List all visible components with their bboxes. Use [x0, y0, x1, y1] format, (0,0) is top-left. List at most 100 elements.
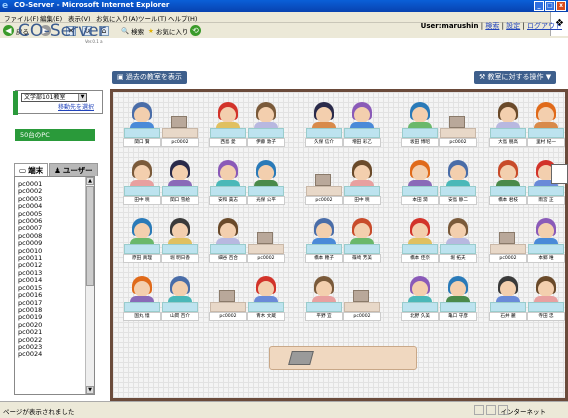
search-button[interactable]: 🔍 検索	[121, 25, 144, 36]
desk	[440, 244, 476, 254]
vacant-seat[interactable]: pc0002	[161, 98, 199, 147]
app-logo: CO-Server	[18, 21, 106, 41]
student-seat[interactable]: 寺田 忠	[527, 272, 565, 321]
history-button[interactable]: ⟲	[190, 25, 201, 36]
student-seat[interactable]: 原田 真理	[123, 214, 161, 263]
student-seat[interactable]: 橋本 君枝	[489, 156, 527, 205]
desk	[124, 302, 160, 312]
desk	[440, 186, 476, 196]
room-action-button[interactable]: ⚒ 教室に対する操作 ▼	[474, 71, 557, 84]
student-seat[interactable]: 安島 静二	[439, 156, 477, 205]
avatar-face	[172, 165, 188, 181]
seat-label: 堀 明日香	[161, 254, 199, 263]
student-seat[interactable]: 本郷 唯	[527, 214, 565, 263]
scroll-down-icon[interactable]: ▼	[86, 386, 94, 394]
student-seat[interactable]: 本田 潤	[401, 156, 439, 205]
student-seat[interactable]: 西島 愛	[209, 98, 247, 147]
student-seat[interactable]: 関口 賢	[123, 98, 161, 147]
minimize-button[interactable]: _	[534, 1, 544, 11]
desk	[528, 186, 564, 196]
student-seat[interactable]: 細谷 百合	[209, 214, 247, 263]
seat-label: 関口 賢	[123, 138, 161, 147]
avatar-face	[316, 281, 332, 297]
desk	[528, 302, 564, 312]
scroll-thumb[interactable]	[86, 186, 94, 286]
student-seat[interactable]: 北野 久美	[401, 272, 439, 321]
past-room-button[interactable]: ▣ 過去の教室を表示	[112, 71, 187, 84]
monitor-icon: ▭	[19, 165, 27, 175]
seat-label: 関口 雪絵	[161, 196, 199, 205]
student-seat[interactable]: 橋本 穂子	[305, 214, 343, 263]
student-seat[interactable]: 山岡 百介	[161, 272, 199, 321]
seat-label: 橋本 穂子	[305, 254, 343, 263]
desk	[344, 244, 380, 254]
desk	[124, 244, 160, 254]
vacant-seat[interactable]: pc0002	[247, 214, 285, 263]
student-seat[interactable]: 堀 明日香	[161, 214, 199, 263]
menu-tools[interactable]: ツール(T)	[138, 13, 167, 23]
desk	[210, 302, 246, 312]
room-select[interactable]: 文学部101教室 ▼	[21, 93, 87, 102]
desk	[248, 128, 284, 138]
vacant-seat[interactable]: pc0002	[305, 156, 343, 205]
student-seat[interactable]: 篠崎 芳美	[343, 214, 381, 263]
student-seat[interactable]: 増田 彩乙	[343, 98, 381, 147]
student-seat[interactable]: 坂田 博昭	[401, 98, 439, 147]
student-seat[interactable]: 国丸 憶	[123, 272, 161, 321]
student-seat[interactable]: 光保 公平	[247, 156, 285, 205]
avatar-face	[450, 223, 466, 239]
student-seat[interactable]: 伊藤 敦子	[247, 98, 285, 147]
seat-label: pc0002	[161, 138, 199, 147]
student-seat[interactable]: 堀 拓夫	[439, 214, 477, 263]
student-seat[interactable]: 田中 暁	[343, 156, 381, 205]
seat-label: 篠崎 芳美	[343, 254, 381, 263]
seat-label: pc0002	[439, 138, 477, 147]
scroll-up-icon[interactable]: ▲	[86, 177, 94, 185]
student-seat[interactable]: 里村 紀一	[527, 98, 565, 147]
vacant-seat[interactable]: pc0002	[489, 214, 527, 263]
tab-terminal[interactable]: ▭ 端末	[14, 163, 49, 176]
avatar-face	[450, 281, 466, 297]
move-destination-link[interactable]: 移動先を選択	[58, 102, 100, 111]
vacant-seat[interactable]: pc0002	[439, 98, 477, 147]
seat-label: 橋本 君枝	[489, 196, 527, 205]
pc-listbox[interactable]: pc0001 pc0002 pc0003 pc0004 pc0005 pc0006 pc00…	[14, 176, 95, 395]
close-button[interactable]: x	[556, 1, 566, 11]
desk	[402, 186, 438, 196]
settings-link[interactable]: 設定	[506, 22, 520, 30]
student-seat[interactable]: 石井 麗	[489, 272, 527, 321]
vacant-seat[interactable]: pc0002	[343, 272, 381, 321]
logout-link[interactable]: ログアウト	[527, 22, 562, 30]
seat-label: 石井 麗	[489, 312, 527, 321]
history-icon: ⟲	[190, 25, 201, 36]
student-seat[interactable]: 大島 朋高	[489, 98, 527, 147]
desk	[306, 128, 342, 138]
student-seat[interactable]: 安和 貴志	[209, 156, 247, 205]
student-seat[interactable]: 田中 暁	[123, 156, 161, 205]
pc-list-item[interactable]: pc0024	[18, 350, 42, 358]
student-seat[interactable]: 橋本 佳奈	[401, 214, 439, 263]
desk	[210, 128, 246, 138]
side-arrow-box[interactable]	[551, 164, 568, 184]
student-seat[interactable]: 関口 雪絵	[161, 156, 199, 205]
tab-users[interactable]: ♟ ユーザー	[49, 163, 98, 176]
search-link[interactable]: 検索	[485, 22, 499, 30]
vacant-seat[interactable]: pc0002	[209, 272, 247, 321]
avatar-face	[220, 107, 236, 123]
maximize-button[interactable]: □	[545, 1, 555, 11]
avatar-face	[172, 281, 188, 297]
classroom-map: 関口 賢 pc0002 西島 愛伊藤 敦子 久保 信介 増田 彩乙 坂田 博昭 pc0002…	[110, 89, 568, 401]
teacher-desk[interactable]	[269, 346, 417, 370]
back-arrow-icon: ◀	[3, 25, 14, 36]
seat-label: 大島 朋高	[489, 138, 527, 147]
menu-help[interactable]: ヘルプ(H)	[168, 13, 197, 23]
student-seat[interactable]: 青木 文蔵	[247, 272, 285, 321]
student-seat[interactable]: 亀口 守彦	[439, 272, 477, 321]
desk	[124, 128, 160, 138]
favorites-button[interactable]: ★ お気に入り	[148, 25, 188, 36]
avatar-face	[134, 281, 150, 297]
student-seat[interactable]: 平野 宜	[305, 272, 343, 321]
desk	[528, 244, 564, 254]
list-scrollbar[interactable]: ▲ ▼	[85, 177, 94, 394]
student-seat[interactable]: 久保 信介	[305, 98, 343, 147]
